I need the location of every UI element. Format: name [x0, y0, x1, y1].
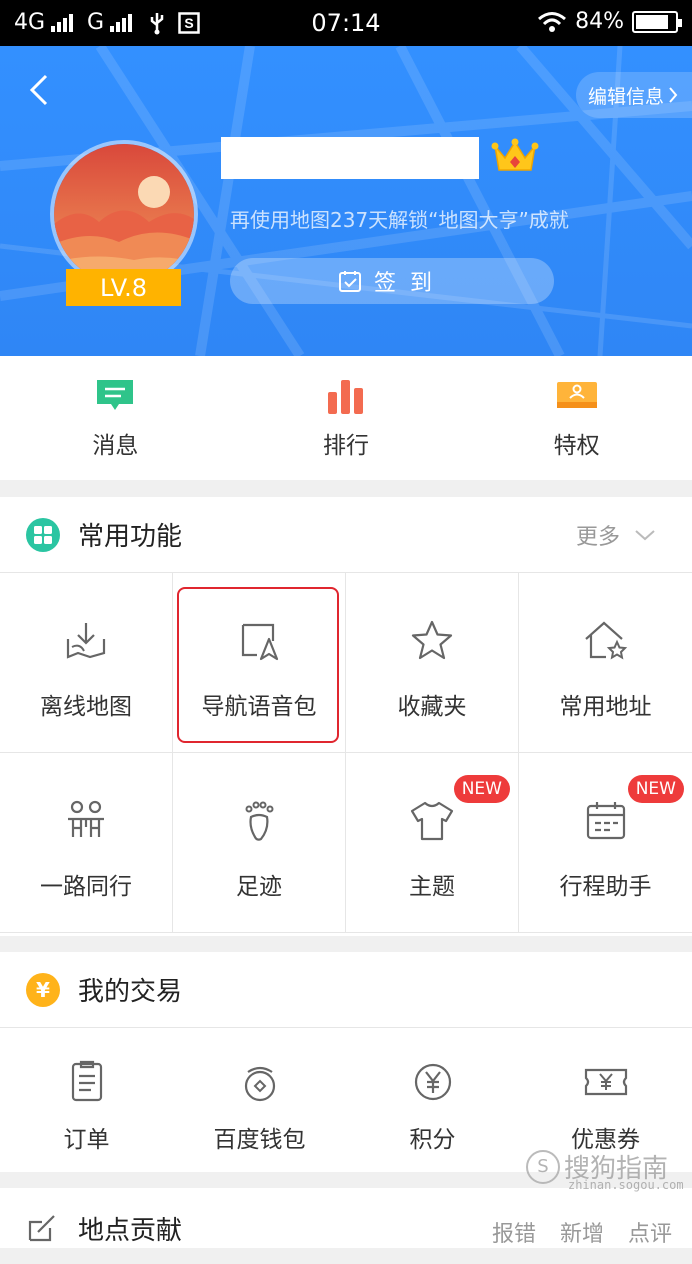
- quick-item-label: 消息: [92, 433, 139, 459]
- grid-item-label: 常用地址: [559, 694, 652, 720]
- trade-item-points[interactable]: 积分: [346, 1028, 519, 1174]
- trade-item-label: 百度钱包: [213, 1127, 306, 1153]
- my-trade-header: ¥ 我的交易: [0, 952, 692, 1028]
- highlight-box: [177, 587, 339, 743]
- battery-percent: 84%: [575, 9, 624, 34]
- grid-item-label: 收藏夹: [397, 694, 467, 720]
- trade-item-label: 订单: [63, 1127, 110, 1153]
- new-badge: NEW: [627, 775, 684, 803]
- section-title: 常用功能: [78, 522, 183, 552]
- grid-item-favorites[interactable]: 收藏夹: [346, 573, 519, 753]
- grid-item-voice-pack[interactable]: 导航语音包: [173, 573, 346, 753]
- status-right: 84%: [537, 9, 682, 34]
- trade-item-order[interactable]: 订单: [0, 1028, 173, 1174]
- grid-item-footprint[interactable]: 足迹: [173, 753, 346, 933]
- star-icon: [411, 620, 453, 660]
- grid-item-label: 一路同行: [40, 874, 132, 900]
- contribution-links: 报错 新增 点评: [492, 1216, 672, 1248]
- status-bar: 4G G S 07:14 84%: [0, 0, 692, 46]
- points-icon: [414, 1063, 451, 1101]
- quick-item-privilege[interactable]: 特权: [461, 356, 692, 480]
- grid-item-label: 主题: [409, 874, 455, 900]
- shirt-icon: [410, 801, 454, 841]
- grid-icon: [26, 517, 60, 552]
- profile-header: 编辑信息 LV.8 再使用地图237天解锁“地图大亨”成就 签到: [0, 46, 692, 356]
- quick-item-ranking[interactable]: 排行: [231, 356, 462, 480]
- people-icon: [68, 800, 104, 837]
- offline-map-icon: [66, 623, 106, 659]
- yuan-icon: ¥: [26, 972, 60, 1007]
- checkin-icon: [338, 271, 361, 292]
- common-functions-grid: 离线地图 导航语音包 收藏夹 常用地址 一路同行 足迹 NEW 主题 NEW 行…: [0, 573, 692, 933]
- watermark-url: zhinan.sogou.com: [567, 1178, 684, 1192]
- username-redacted: [221, 137, 479, 179]
- section-title: 我的交易: [78, 977, 183, 1007]
- trade-item-label: 积分: [409, 1127, 456, 1153]
- grid-item-label: 足迹: [236, 874, 282, 900]
- privilege-icon: [556, 382, 597, 408]
- sogou-watermark: S 搜狗指南 zhinan.sogou.com: [525, 1148, 684, 1192]
- quick-item-message[interactable]: 消息: [0, 356, 231, 480]
- chevron-down-icon: [635, 529, 655, 540]
- trade-item-wallet[interactable]: 百度钱包: [173, 1028, 346, 1174]
- level-badge: LV.8: [66, 269, 181, 306]
- sign-in-label: 签到: [373, 271, 446, 296]
- home-star-icon: [584, 621, 627, 660]
- wifi-icon: [538, 11, 567, 32]
- section-title: 地点贡献: [78, 1216, 183, 1246]
- quick-item-label: 特权: [553, 433, 600, 459]
- place-contribution-card: 地点贡献 报错 新增 点评: [0, 1188, 692, 1248]
- footprint-icon: [245, 801, 274, 841]
- grid-item-offline-map[interactable]: 离线地图: [0, 573, 173, 753]
- common-functions-header: 常用功能 更多: [0, 497, 692, 573]
- more-button[interactable]: 更多: [576, 519, 656, 551]
- order-icon: [71, 1060, 102, 1102]
- report-error-link[interactable]: 报错: [492, 1216, 536, 1248]
- wallet-icon: [244, 1066, 275, 1102]
- common-functions-card: 常用功能 更多 离线地图 导航语音包 收藏夹 常用地址 一路同行 足迹 NEW …: [0, 497, 692, 936]
- calendar-icon: [586, 802, 625, 840]
- grid-item-common-address[interactable]: 常用地址: [519, 573, 692, 753]
- grid-item-trip-assistant[interactable]: NEW 行程助手: [519, 753, 692, 933]
- more-label: 更多: [575, 524, 620, 550]
- edit-pencil-icon: [28, 1215, 55, 1242]
- grid-item-label: 行程助手: [559, 874, 652, 900]
- message-icon: [97, 380, 134, 410]
- edit-info-button[interactable]: 编辑信息: [575, 72, 692, 118]
- quick-item-label: 排行: [323, 433, 369, 459]
- sogou-logo-icon: S: [525, 1149, 560, 1184]
- grid-item-label: 离线地图: [40, 694, 132, 720]
- edit-info-label: 编辑信息: [587, 85, 664, 108]
- achievement-promo-text: 再使用地图237天解锁“地图大亨”成就: [230, 208, 569, 232]
- avatar-sunset-image: [54, 144, 194, 284]
- quick-actions: 消息 排行 特权: [0, 356, 692, 480]
- ranking-icon: [328, 380, 363, 414]
- grid-item-travel-together[interactable]: 一路同行: [0, 753, 173, 933]
- my-trade-card: ¥ 我的交易 订单 百度钱包 积分 优惠券: [0, 952, 692, 1172]
- coupon-icon: [584, 1068, 627, 1096]
- new-badge: NEW: [453, 775, 510, 803]
- review-link[interactable]: 点评: [628, 1216, 672, 1248]
- back-arrow-icon[interactable]: [22, 70, 62, 110]
- grid-item-theme[interactable]: NEW 主题: [346, 753, 519, 933]
- chevron-right-icon: [669, 87, 678, 103]
- sign-in-button[interactable]: 签到: [230, 258, 554, 304]
- battery-icon: [632, 10, 682, 33]
- avatar[interactable]: [50, 140, 198, 288]
- add-place-link[interactable]: 新增: [560, 1216, 604, 1248]
- crown-icon: [491, 138, 539, 171]
